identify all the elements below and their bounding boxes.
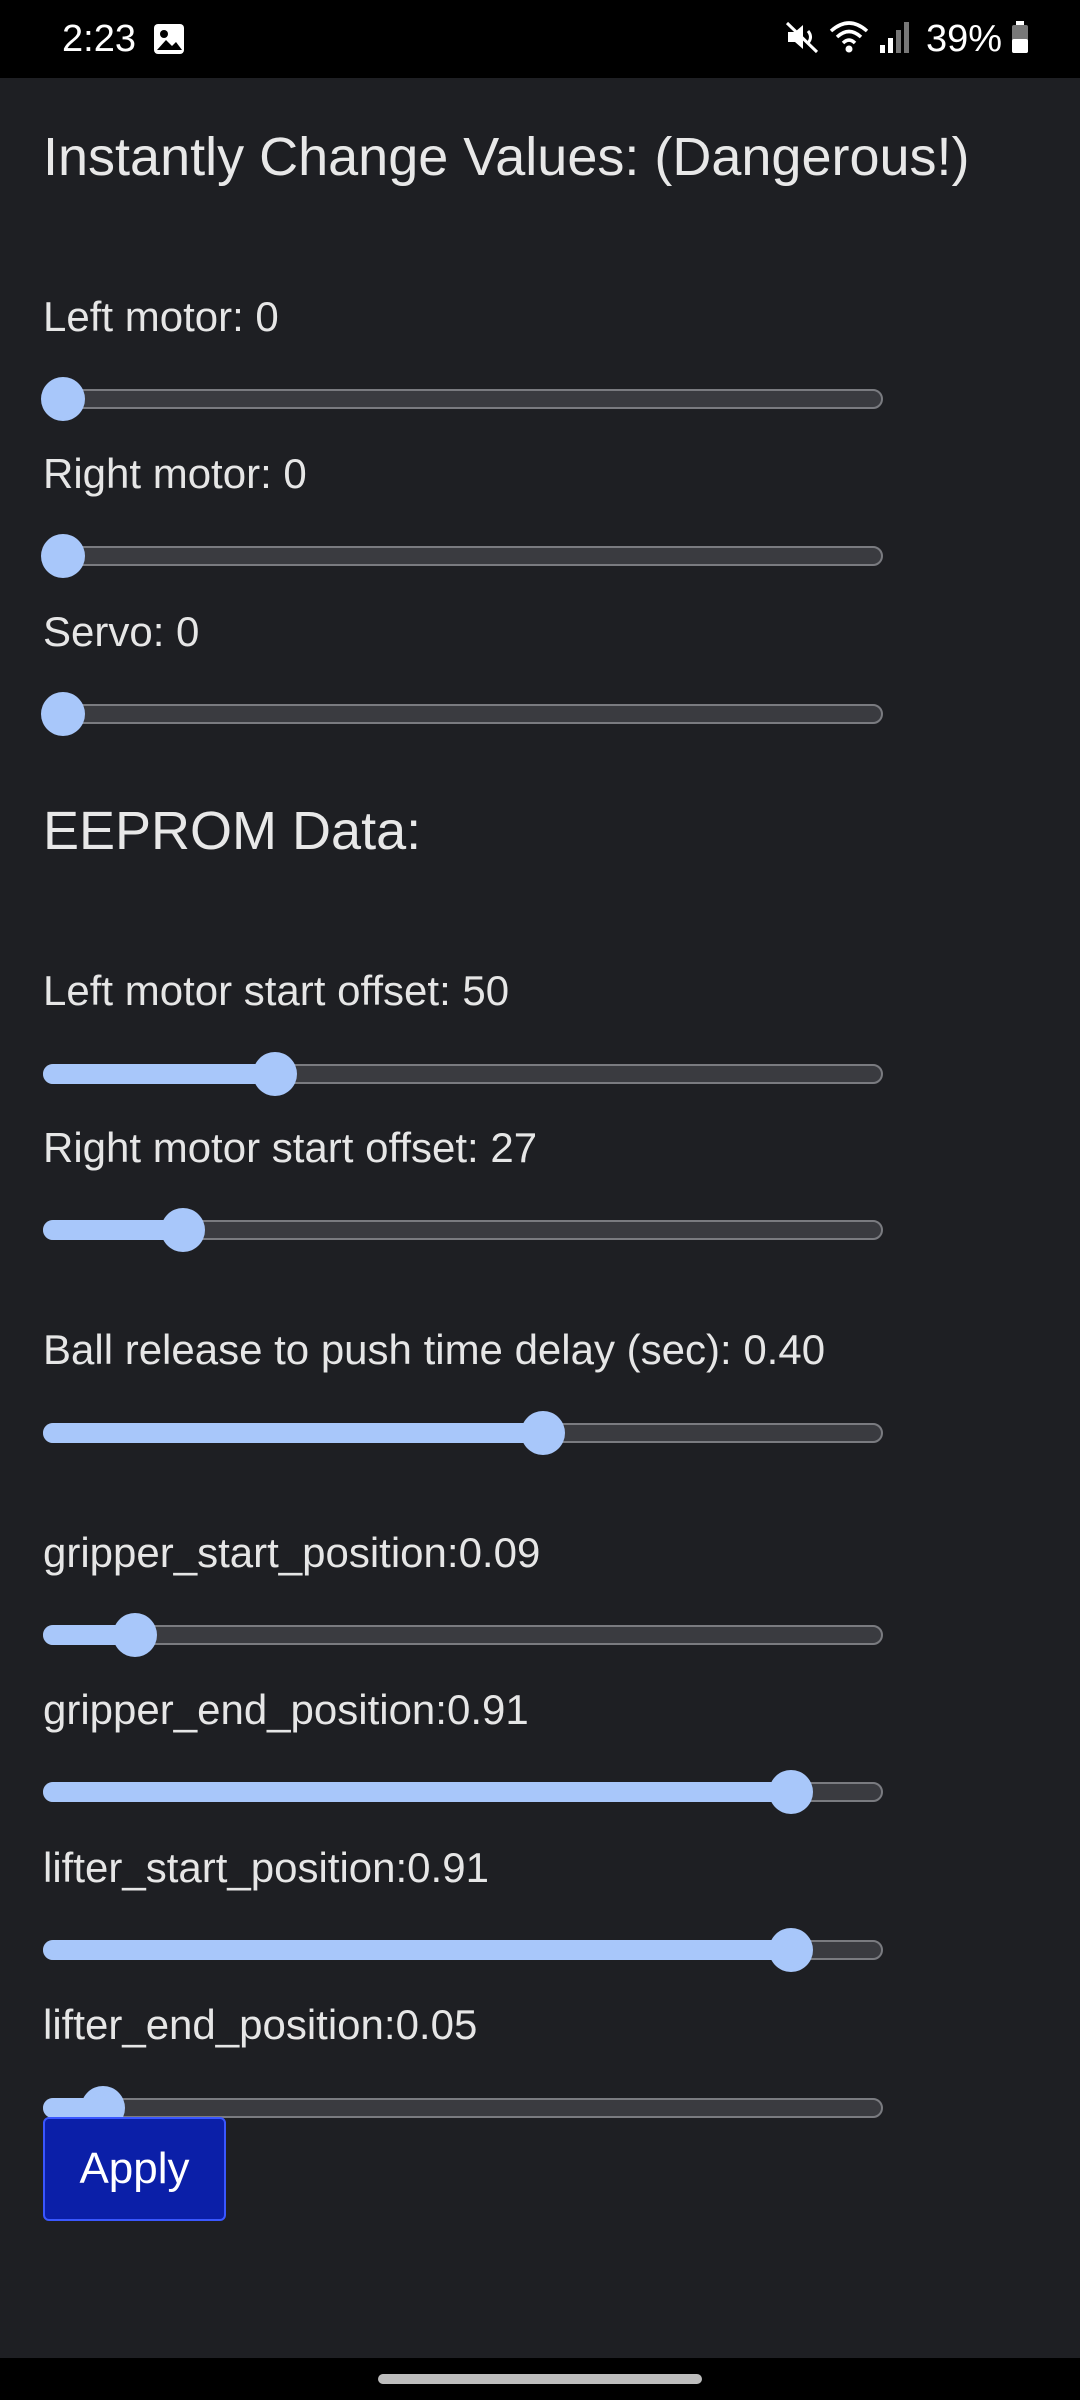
slider-track xyxy=(43,704,883,724)
slider-thumb[interactable] xyxy=(253,1052,297,1096)
wifi-icon xyxy=(828,19,870,60)
status-icons: 39% xyxy=(784,14,1030,64)
battery-percent: 39% xyxy=(925,18,1002,60)
slider-thumb[interactable] xyxy=(41,534,85,578)
slider-thumb[interactable] xyxy=(113,1613,157,1657)
gripper-start-position-label: gripper_start_position:0.09 xyxy=(43,1529,541,1576)
slider-track xyxy=(43,389,883,409)
slider-thumb[interactable] xyxy=(521,1411,565,1455)
slider-thumb[interactable] xyxy=(769,1928,813,1972)
image-icon xyxy=(152,22,186,56)
slider-fill xyxy=(43,1064,275,1084)
battery-icon xyxy=(1010,19,1030,60)
slider-track xyxy=(43,546,883,566)
status-bar: 2:23 39% xyxy=(0,0,1080,78)
gripper-start-position-slider[interactable] xyxy=(43,1613,885,1659)
navigation-bar xyxy=(0,2358,1080,2400)
gripper-end-position-slider[interactable] xyxy=(43,1770,885,1816)
eeprom-section-title: EEPROM Data: xyxy=(43,801,422,861)
status-time: 2:23 xyxy=(62,18,136,60)
slider-fill xyxy=(43,1423,543,1443)
servo-slider[interactable] xyxy=(41,692,885,738)
right-motor-slider[interactable] xyxy=(41,534,885,580)
signal-icon xyxy=(878,19,912,60)
settings-page: Instantly Change Values: (Dangerous!) Le… xyxy=(0,78,1080,2358)
slider-thumb[interactable] xyxy=(41,692,85,736)
slider-thumb[interactable] xyxy=(769,1770,813,1814)
slider-track xyxy=(43,2098,883,2118)
left-motor-label: Left motor: 0 xyxy=(43,293,279,340)
slider-fill xyxy=(43,1940,791,1960)
home-indicator[interactable] xyxy=(378,2374,702,2384)
slider-thumb[interactable] xyxy=(41,377,85,421)
apply-button[interactable]: Apply xyxy=(43,2117,226,2221)
mute-icon xyxy=(784,19,820,60)
servo-label: Servo: 0 xyxy=(43,608,200,655)
slider-fill xyxy=(43,1782,791,1802)
gripper-end-position-label: gripper_end_position:0.91 xyxy=(43,1686,529,1733)
right-motor-start-offset-label: Right motor start offset: 27 xyxy=(43,1124,538,1171)
instant-section-title: Instantly Change Values: (Dangerous!) xyxy=(43,127,970,187)
slider-track xyxy=(43,1625,883,1645)
lifter-start-position-slider[interactable] xyxy=(43,1928,885,1974)
left-motor-start-offset-slider[interactable] xyxy=(43,1052,885,1098)
ball-release-delay-slider[interactable] xyxy=(43,1411,885,1457)
left-motor-start-offset-label: Left motor start offset: 50 xyxy=(43,967,510,1014)
slider-thumb[interactable] xyxy=(161,1208,205,1252)
right-motor-start-offset-slider[interactable] xyxy=(43,1208,885,1254)
ball-release-delay-label: Ball release to push time delay (sec): 0… xyxy=(43,1326,826,1373)
lifter-end-position-label: lifter_end_position:0.05 xyxy=(43,2001,478,2048)
left-motor-slider[interactable] xyxy=(41,377,885,423)
lifter-start-position-label: lifter_start_position:0.91 xyxy=(43,1844,489,1891)
right-motor-label: Right motor: 0 xyxy=(43,450,307,497)
